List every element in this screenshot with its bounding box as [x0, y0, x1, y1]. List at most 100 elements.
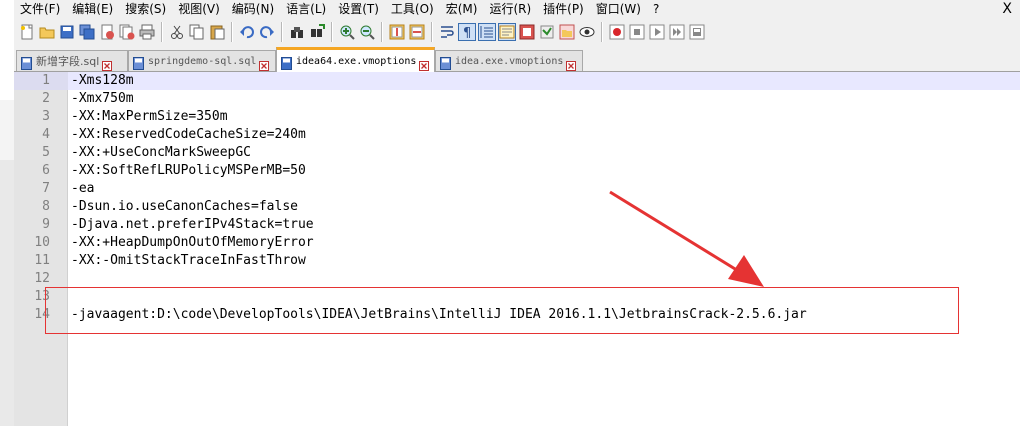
- line-number: 12: [34, 271, 50, 286]
- code-text: -Xms128m: [71, 73, 134, 88]
- word-wrap-icon: [439, 24, 455, 40]
- redo-icon: [259, 24, 275, 40]
- sync-horizontal-icon: [409, 24, 425, 40]
- doc-map-button[interactable]: [518, 23, 536, 41]
- save-macro-icon: [689, 24, 705, 40]
- menu-item[interactable]: 编码(N): [226, 0, 280, 18]
- menu-item[interactable]: 编辑(E): [66, 0, 119, 18]
- menu-item[interactable]: 工具(O): [385, 0, 440, 18]
- replace-button[interactable]: [308, 23, 326, 41]
- menu-item[interactable]: 文件(F): [14, 0, 66, 18]
- file-tab[interactable]: 新增字段.sql: [16, 50, 128, 71]
- save-all-button[interactable]: [78, 23, 96, 41]
- tab-close-icon[interactable]: [566, 56, 577, 71]
- line-number: 5: [42, 145, 50, 160]
- sync-horizontal-button[interactable]: [408, 23, 426, 41]
- toolbar-separator: [281, 21, 283, 42]
- zoom-out-button[interactable]: [358, 23, 376, 41]
- play-macro-button[interactable]: [648, 23, 666, 41]
- line-number: 4: [42, 127, 50, 142]
- indent-guide-button[interactable]: [478, 22, 496, 41]
- undo-button[interactable]: [238, 23, 256, 41]
- user-language-button[interactable]: [498, 22, 516, 41]
- menu-item[interactable]: 设置(T): [332, 0, 385, 18]
- file-saved-icon: [133, 55, 144, 70]
- tab-label: idea.exe.vmoptions: [455, 55, 564, 67]
- code-text: -XX:+UseConcMarkSweepGC: [71, 145, 252, 160]
- save-macro-button[interactable]: [688, 23, 706, 41]
- menu-item[interactable]: 窗口(W): [590, 0, 647, 18]
- indent-guide-icon: [479, 24, 495, 40]
- record-macro-button[interactable]: [608, 23, 626, 41]
- menu-item[interactable]: 插件(P): [537, 0, 590, 18]
- menu-item[interactable]: 宏(M): [440, 0, 484, 18]
- show-all-chars-button[interactable]: ¶: [458, 22, 476, 41]
- code-text: -XX:SoftRefLRUPolicyMSPerMB=50: [71, 163, 306, 178]
- file-tab[interactable]: idea.exe.vmoptions: [435, 50, 583, 71]
- toolbar-separator: [381, 21, 383, 42]
- tab-close-icon[interactable]: [419, 56, 430, 71]
- tab-close-icon[interactable]: [102, 56, 113, 71]
- line-number: 8: [42, 199, 50, 214]
- find-button[interactable]: [288, 23, 306, 41]
- code-text: -XX:ReservedCodeCacheSize=240m: [71, 127, 306, 142]
- editor-line: 4 -XX:ReservedCodeCacheSize=240m: [14, 126, 1020, 144]
- run-macro-multiple-button[interactable]: [668, 23, 686, 41]
- paste-button[interactable]: [208, 23, 226, 41]
- menu-item[interactable]: 搜索(S): [119, 0, 172, 18]
- word-wrap-button[interactable]: [438, 23, 456, 41]
- toolbar-separator: [161, 21, 163, 42]
- tab-close-icon[interactable]: [259, 56, 270, 71]
- undo-icon: [239, 24, 255, 40]
- close-all-button[interactable]: [118, 23, 136, 41]
- file-tab[interactable]: idea64.exe.vmoptions: [276, 47, 435, 72]
- menu-item[interactable]: 语言(L): [280, 0, 332, 18]
- new-file-button[interactable]: [18, 23, 36, 41]
- open-file-button[interactable]: [38, 23, 56, 41]
- copy-button[interactable]: [188, 23, 206, 41]
- code-text: -XX:-OmitStackTraceInFastThrow: [71, 253, 306, 268]
- line-number: 7: [42, 181, 50, 196]
- close-all-icon: [119, 24, 135, 40]
- menu-item[interactable]: 视图(V): [172, 0, 226, 18]
- editor[interactable]: 1 -Xms128m 2 -Xmx750m 3 -XX:MaxPermSize=350m 4…: [14, 72, 1020, 426]
- svg-text:¶: ¶: [463, 26, 471, 40]
- code-text: -ea: [71, 181, 95, 196]
- function-list-button[interactable]: [538, 23, 556, 41]
- zoom-in-icon: [339, 24, 355, 40]
- menu-item[interactable]: ?: [647, 0, 665, 18]
- cut-icon: [169, 24, 185, 40]
- monitoring-icon: [579, 24, 595, 40]
- tab-label: idea64.exe.vmoptions: [296, 55, 417, 67]
- line-number: 3: [42, 109, 50, 124]
- sync-vertical-button[interactable]: [388, 23, 406, 41]
- editor-line: 7 -ea: [14, 180, 1020, 198]
- file-saved-icon: [21, 55, 32, 70]
- stop-record-button[interactable]: [628, 23, 646, 41]
- monitoring-button[interactable]: [578, 23, 596, 41]
- save-button[interactable]: [58, 23, 76, 41]
- toolbar: ¶: [14, 18, 1020, 45]
- menu-item[interactable]: 运行(R): [483, 0, 537, 18]
- file-saved-icon: [281, 55, 292, 70]
- editor-line: 8 -Dsun.io.useCanonCaches=false: [14, 198, 1020, 216]
- cut-button[interactable]: [168, 23, 186, 41]
- zoom-in-button[interactable]: [338, 23, 356, 41]
- doc-map-icon: [519, 24, 535, 40]
- save-icon: [59, 24, 75, 40]
- redo-button[interactable]: [258, 23, 276, 41]
- editor-line: 9 -Djava.net.preferIPv4Stack=true: [14, 216, 1020, 234]
- play-macro-icon: [649, 24, 665, 40]
- line-number: 2: [42, 91, 50, 106]
- file-tab[interactable]: springdemo-sql.sql: [128, 50, 276, 71]
- close-window-button[interactable]: X: [1002, 0, 1012, 18]
- code-text: -Dsun.io.useCanonCaches=false: [71, 199, 298, 214]
- editor-line: 2 -Xmx750m: [14, 90, 1020, 108]
- close-button[interactable]: [98, 23, 116, 41]
- print-button[interactable]: [138, 23, 156, 41]
- file-saved-icon: [440, 55, 451, 70]
- copy-icon: [189, 24, 205, 40]
- desktop-edge: [0, 0, 14, 426]
- record-macro-icon: [609, 24, 625, 40]
- folder-workspace-button[interactable]: [558, 23, 576, 41]
